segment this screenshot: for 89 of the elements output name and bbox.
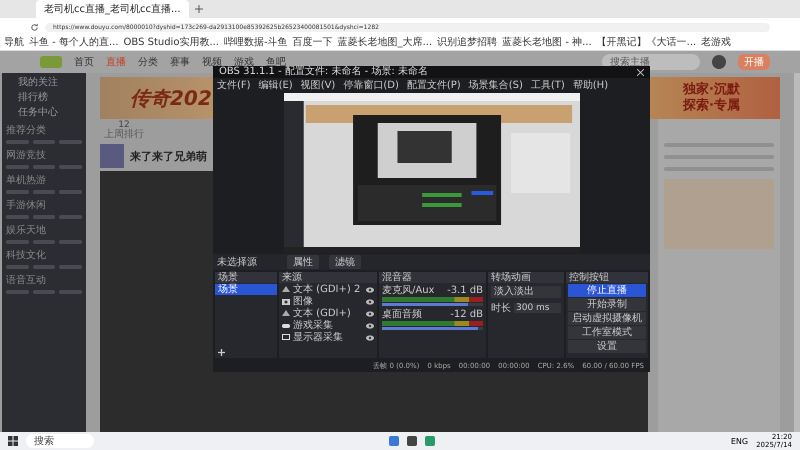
duration-label: 时长 xyxy=(491,302,511,315)
context-button[interactable]: 属性 xyxy=(287,255,319,269)
control-button[interactable]: 工作室模式 xyxy=(568,326,646,339)
bookmark[interactable]: 斗鱼 - 每个人的直... xyxy=(29,37,119,49)
bookmark[interactable]: 蓝菱长老地图 - 神... xyxy=(502,37,592,49)
dock-header: 场景 xyxy=(215,272,277,283)
rank-number: 12 xyxy=(118,120,130,130)
volume-slider[interactable] xyxy=(382,327,478,330)
eye-icon[interactable] xyxy=(366,310,374,316)
camera-icon xyxy=(282,298,290,305)
sidebar-section-title: 推荐分类 xyxy=(6,125,47,137)
bookmark[interactable]: 哔哩数据-斗鱼 xyxy=(224,37,288,49)
source-item[interactable]: 图像 xyxy=(293,296,363,307)
bookmark[interactable]: 导航 xyxy=(4,37,24,49)
menu-item[interactable]: 帮助(H) xyxy=(572,78,608,92)
bookmark[interactable]: 识别追梦招聘 xyxy=(437,37,498,49)
source-item[interactable]: 文本 (GDI+) 2 xyxy=(293,284,363,295)
stream-title: 来了来了兄弟萌 xyxy=(130,148,207,164)
menu-item[interactable]: 文件(F) xyxy=(217,78,251,92)
new-tab-icon[interactable] xyxy=(194,5,203,13)
avatar-icon[interactable] xyxy=(712,55,726,69)
context-button[interactable]: 滤镜 xyxy=(329,255,361,269)
banner-title: 传奇202 xyxy=(130,84,212,112)
banner-slogan: 独家·沉默 xyxy=(683,82,740,98)
source-item[interactable]: 游戏采集 xyxy=(293,320,363,331)
browser-tab[interactable]: 老司机cc直播_老司机cc直播... xyxy=(36,0,189,18)
control-button[interactable]: 停止直播 xyxy=(568,284,646,297)
text-source-icon xyxy=(282,286,290,293)
gamepad-icon xyxy=(282,322,290,329)
channel-name: 桌面音频 xyxy=(382,309,422,320)
sidebar-item[interactable]: 我的关注 xyxy=(6,77,82,89)
channel-name: 麦克风/Aux xyxy=(382,285,434,296)
nav-link[interactable]: 赛事 xyxy=(170,55,190,69)
text-source-icon xyxy=(282,310,290,317)
bookmark[interactable]: 【开黑记】《大话一... xyxy=(596,37,696,49)
source-item[interactable]: 显示器采集 xyxy=(293,332,363,343)
menu-item[interactable]: 配置文件(P) xyxy=(406,78,461,92)
channel-reading: -3.1 dB xyxy=(447,285,483,296)
dock-header: 混音器 xyxy=(379,272,486,283)
taskbar-search-field[interactable]: 搜索 xyxy=(26,434,94,448)
duration-field[interactable]: 300 ms xyxy=(514,303,561,313)
bookmark[interactable]: 百度一下 xyxy=(292,37,333,49)
windows-logo-icon[interactable] xyxy=(8,436,18,446)
plus-icon[interactable] xyxy=(218,349,225,356)
menu-item[interactable]: 视图(V) xyxy=(300,78,336,92)
volume-slider[interactable] xyxy=(382,303,468,306)
menu-item[interactable]: 编辑(E) xyxy=(258,78,293,92)
scrollbar[interactable] xyxy=(794,73,800,432)
dock-header: 转场动画 xyxy=(488,272,564,283)
eye-icon[interactable] xyxy=(366,286,374,292)
sidebar-section-title: 网游竞技 xyxy=(6,150,47,162)
sidebar-section-title: 娱乐天地 xyxy=(6,225,47,237)
channel-reading: -12 dB xyxy=(450,309,483,320)
nav-link[interactable]: 首页 xyxy=(74,55,94,69)
taskbar-app-icon[interactable] xyxy=(389,436,400,446)
sidebar-section-title: 单机热游 xyxy=(6,175,47,187)
sidebar-section-title: 语音互动 xyxy=(6,275,47,287)
language-indicator[interactable]: ENG xyxy=(730,436,748,446)
control-button[interactable]: 设置 xyxy=(568,340,646,353)
bookmark[interactable]: 老游戏 xyxy=(701,37,732,49)
bookmark[interactable]: 蓝菱长老地图_大席... xyxy=(338,37,432,49)
source-item[interactable]: 文本 (GDI+) xyxy=(293,308,363,319)
scene-item[interactable]: 场景 xyxy=(215,284,277,295)
dock-header: 来源 xyxy=(279,272,377,283)
photo-placeholder xyxy=(100,144,124,168)
window-title: OBS 31.1.1 - 配置文件: 未命名 - 场景: 未命名 xyxy=(219,66,428,78)
monitor-icon xyxy=(282,334,290,341)
rank-label: 上周排行 xyxy=(104,130,144,140)
control-button[interactable]: 启动虚拟摄像机 xyxy=(568,312,646,325)
dock-header: 控制按钮 xyxy=(566,272,648,283)
nav-link[interactable]: 分类 xyxy=(138,55,158,69)
sidebar-item[interactable]: 任务中心 xyxy=(6,107,82,119)
context-label: 未选择源 xyxy=(217,256,258,269)
bookmark[interactable]: OBS Studio实用教... xyxy=(124,37,219,49)
eye-icon[interactable] xyxy=(366,334,374,340)
close-icon[interactable] xyxy=(637,68,644,76)
sidebar-item[interactable]: 排行榜 xyxy=(6,92,82,104)
sidebar-section-title: 手游休闲 xyxy=(6,200,47,212)
menu-item[interactable]: 工具(T) xyxy=(530,78,565,92)
eye-icon[interactable] xyxy=(366,322,374,328)
transition-dropdown[interactable]: 淡入淡出 xyxy=(491,286,561,298)
refresh-icon[interactable] xyxy=(30,22,39,32)
banner-slogan: 探索·专属 xyxy=(683,98,740,114)
sidebar-section-title: 科技文化 xyxy=(6,250,47,262)
menu-item[interactable]: 停靠窗口(D) xyxy=(343,78,399,92)
control-button[interactable]: 开始录制 xyxy=(568,298,646,311)
eye-icon[interactable] xyxy=(366,298,374,304)
menu-item[interactable]: 场景集合(S) xyxy=(468,78,523,92)
taskbar-app-icon[interactable] xyxy=(407,436,418,446)
